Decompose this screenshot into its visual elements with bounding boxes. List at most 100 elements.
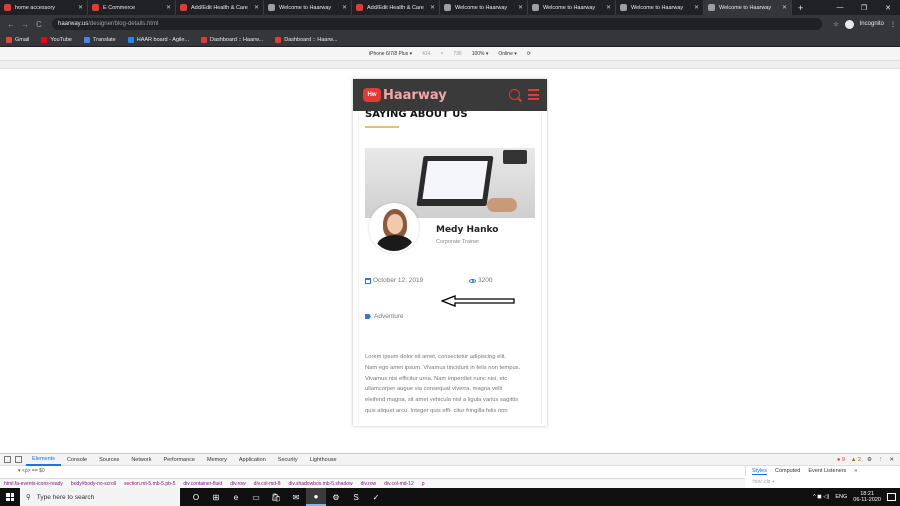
taskbar-app-icon[interactable]: ▭	[246, 488, 266, 506]
tab-close-icon[interactable]: ✕	[694, 4, 699, 11]
devtools-tab-application[interactable]: Application	[233, 453, 272, 466]
close-window-button[interactable]: ✕	[876, 0, 900, 15]
styles-filter[interactable]: :hov .cls +	[752, 479, 775, 485]
browser-tab[interactable]: Welcome to Haarway ✕	[616, 0, 704, 15]
breadcrumb-item[interactable]: div.container-fluid	[183, 481, 222, 487]
tab-close-icon[interactable]: ✕	[78, 4, 83, 11]
new-tab-button[interactable]: +	[792, 0, 809, 15]
breadcrumb-item[interactable]: div.row	[230, 481, 245, 487]
tab-close-icon[interactable]: ✕	[518, 4, 523, 11]
breadcrumb-item[interactable]: html.fa-events-icons-ready	[4, 481, 63, 487]
device-width[interactable]: 414	[422, 51, 430, 57]
browser-tab[interactable]: Welcome to Haarway ✕	[264, 0, 352, 15]
system-tray: ^ ◼ ◁) ENG 18:21 06-11-2020	[813, 488, 900, 506]
styles-pane-tab[interactable]: Computed	[775, 468, 800, 474]
bookmark-item[interactable]: HAAR board - Agile...	[127, 36, 190, 43]
zoom-select[interactable]: 100% ▾	[472, 51, 489, 57]
taskbar-app-icon[interactable]: O	[186, 488, 206, 506]
browser-tab[interactable]: Add/Edit Health & Care ✕	[352, 0, 440, 15]
browser-tab[interactable]: home accessory ✕	[0, 0, 88, 15]
post-date-text: October 12, 2019	[373, 277, 424, 284]
settings-icon[interactable]: ⚙	[867, 457, 872, 463]
tab-close-icon[interactable]: ✕	[430, 4, 435, 11]
devtools-menu-icon[interactable]: ⋮	[878, 457, 884, 463]
taskbar-app-icon[interactable]: ✓	[366, 488, 386, 506]
tab-title: Welcome to Haarway	[543, 4, 596, 11]
bookmark-star-icon[interactable]: ☆	[833, 21, 838, 28]
start-button[interactable]	[0, 488, 20, 506]
breadcrumb-item[interactable]: div.col-md-8	[254, 481, 281, 487]
taskbar-app-icon[interactable]: 🛍	[266, 488, 286, 506]
rotate-icon[interactable]: ⟳	[527, 51, 531, 57]
bookmark-item[interactable]: Gmail	[6, 36, 29, 43]
breadcrumb-item[interactable]: div.col-md-12	[384, 481, 414, 487]
browser-tab[interactable]: Welcome to Haarway ✕	[440, 0, 528, 15]
tab-close-icon[interactable]: ✕	[166, 4, 171, 11]
devtools-close-icon[interactable]: ✕	[889, 457, 894, 463]
error-count[interactable]: ● 9	[837, 457, 845, 463]
media-query-bar[interactable]	[0, 61, 900, 69]
tab-close-icon[interactable]: ✕	[606, 4, 611, 11]
devtools-tab-sources[interactable]: Sources	[93, 453, 125, 466]
devtools-tab-network[interactable]: Network	[125, 453, 157, 466]
tray-icons[interactable]: ^ ◼ ◁)	[813, 494, 829, 500]
breadcrumb-item[interactable]: p	[422, 481, 425, 487]
browser-tab[interactable]: Welcome to Haarway ✕	[704, 0, 792, 15]
styles-pane-tab[interactable]: Event Listeners	[808, 468, 846, 474]
breadcrumb-item[interactable]: section.mt-5.mb-5.pb-5	[124, 481, 175, 487]
maximize-button[interactable]: ❐	[852, 0, 876, 15]
menu-icon[interactable]	[528, 89, 539, 100]
device-height[interactable]: 736	[453, 51, 461, 57]
styles-pane-tab[interactable]: Styles	[752, 468, 767, 475]
devtools-tab-elements[interactable]: Elements	[26, 453, 61, 466]
search-icon[interactable]	[509, 89, 520, 100]
devtools-tab-lighthouse[interactable]: Lighthouse	[304, 453, 343, 466]
address-bar[interactable]: haarway.us/designer/blog-details.html	[52, 18, 822, 30]
devtools-tab-console[interactable]: Console	[61, 453, 93, 466]
breadcrumb-item[interactable]: div.row	[361, 481, 376, 487]
bookmark-item[interactable]: Dashboard :: Haarw...	[201, 36, 263, 43]
taskbar-search[interactable]: ⚲ Type here to search	[20, 488, 180, 506]
taskbar-app-icon[interactable]: ⚙	[326, 488, 346, 506]
profile-label[interactable]: Incognito	[860, 21, 884, 27]
reload-button[interactable]: C	[32, 20, 46, 29]
taskbar-app-icon[interactable]: S	[346, 488, 366, 506]
bookmark-item[interactable]: Dashboard :: Haarw...	[275, 36, 337, 43]
styles-pane-tab[interactable]: »	[854, 468, 857, 474]
device-mode-icon[interactable]	[15, 456, 22, 463]
bookmark-label: HAAR board - Agile...	[136, 36, 190, 43]
dom-node-line[interactable]: ▾ <p> == $0	[18, 468, 45, 474]
browser-menu-icon[interactable]: ⋮	[890, 21, 896, 28]
devtools-tab-memory[interactable]: Memory	[201, 453, 233, 466]
browser-tab[interactable]: E Commerce ✕	[88, 0, 176, 15]
taskbar-app-icon[interactable]: e	[226, 488, 246, 506]
device-select[interactable]: iPhone 6/7/8 Plus ▾	[369, 51, 412, 57]
tab-close-icon[interactable]: ✕	[782, 4, 787, 11]
bookmark-item[interactable]: Translate	[84, 36, 116, 43]
logo-text[interactable]: Haarway	[383, 88, 447, 103]
language-indicator[interactable]: ENG	[835, 494, 847, 500]
browser-tab[interactable]: Add/Edit Health & Care ✕	[176, 0, 264, 15]
clock[interactable]: 18:21 06-11-2020	[853, 491, 881, 503]
breadcrumb-item[interactable]: body#body-no-scroll	[71, 481, 116, 487]
tab-close-icon[interactable]: ✕	[342, 4, 347, 11]
post-tag-text: Adventure	[374, 313, 404, 320]
taskbar-app-icon[interactable]: ✉	[286, 488, 306, 506]
devtools-tab-security[interactable]: Security	[272, 453, 304, 466]
inspect-icon[interactable]	[4, 456, 11, 463]
back-button[interactable]: ←	[4, 20, 18, 29]
browser-tab[interactable]: Welcome to Haarway ✕	[528, 0, 616, 15]
warning-count[interactable]: ▲ 2	[851, 457, 861, 463]
network-select[interactable]: Online ▾	[498, 51, 516, 57]
taskbar-app-icon[interactable]: ⊞	[206, 488, 226, 506]
tab-close-icon[interactable]: ✕	[254, 4, 259, 11]
notification-icon[interactable]	[887, 493, 896, 501]
breadcrumb-item[interactable]: div.shadowbox.mb-5.shadow	[289, 481, 353, 487]
bookmark-item[interactable]: YouTube	[41, 36, 72, 43]
logo-badge[interactable]: Hw	[363, 88, 381, 102]
forward-button[interactable]: →	[18, 20, 32, 29]
taskbar-app-icon[interactable]: ●	[306, 488, 326, 506]
minimize-button[interactable]: —	[828, 0, 852, 15]
post-tag[interactable]: Adventure	[365, 313, 404, 320]
devtools-tab-performance[interactable]: Performance	[157, 453, 201, 466]
